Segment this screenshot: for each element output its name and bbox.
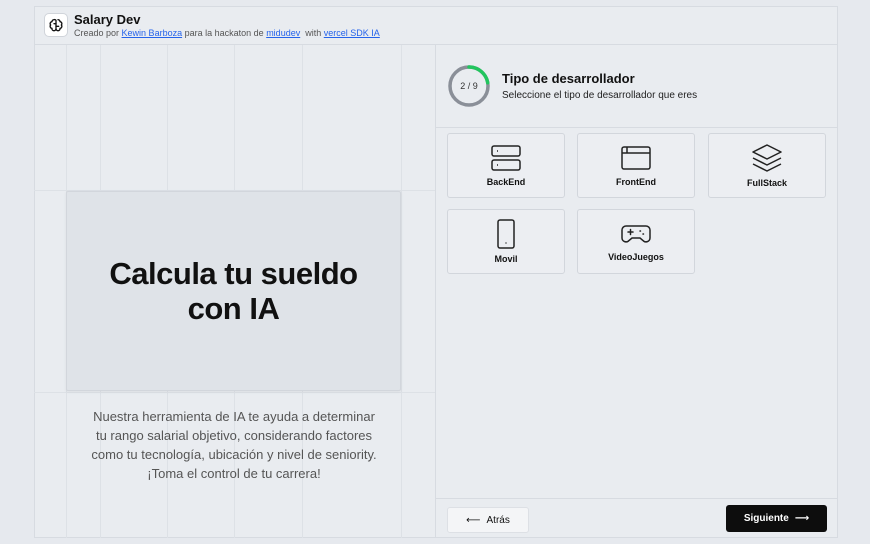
step-counter: 2 / 9 [460,81,478,91]
gamepad-icon [621,225,651,243]
hero-title: Calcula tu sueldo con IA [109,256,358,326]
app-title: Salary Dev [74,11,141,27]
layers-icon [752,144,782,172]
option-fullstack[interactable]: FullStack [708,133,826,198]
hero-panel: Calcula tu sueldo con IA Nuestra herrami… [34,45,436,538]
option-movil[interactable]: Movil [447,209,565,274]
grid-line [401,45,402,538]
option-label: VideoJuegos [608,252,664,262]
next-button[interactable]: Siguiente ⟶ [726,505,827,532]
step-panel: 2 / 9 Tipo de desarrollador Seleccione e… [436,45,838,538]
hero-card: Calcula tu sueldo con IA [66,191,401,391]
back-button[interactable]: ⟵ Atrás [447,507,529,533]
app-credit: Creado por Kewin Barboza para la hackato… [74,27,380,38]
hero-description: Nuestra herramienta de IA te ayuda a det… [91,409,377,481]
brain-icon [44,13,68,37]
option-label: BackEnd [486,177,526,187]
server-icon [491,145,521,171]
option-label: FrontEnd [616,177,656,187]
arrow-right-icon: ⟶ [794,513,810,524]
grid-line [34,392,435,393]
option-label: Movil [494,254,518,264]
step-footer: ⟵ Atrás Siguiente ⟶ [436,498,838,538]
option-backend[interactable]: BackEnd [447,133,565,198]
arrow-left-icon: ⟵ [466,514,481,526]
hackathon-link[interactable]: midudev [266,28,300,38]
step-header: 2 / 9 Tipo de desarrollador Seleccione e… [436,45,838,128]
author-link[interactable]: Kewin Barboza [122,28,183,38]
sdk-link[interactable]: vercel SDK IA [324,28,380,38]
browser-window-icon [621,146,651,170]
step-title: Tipo de desarrollador [502,71,635,86]
step-subtitle: Seleccione el tipo de desarrollador que … [502,90,698,101]
option-label: FullStack [746,178,787,188]
option-videojuegos[interactable]: VideoJuegos [577,209,695,274]
step-progress: 2 / 9 [447,64,491,108]
app-header: Salary Dev Creado por Kewin Barboza para… [34,6,838,45]
option-frontend[interactable]: FrontEnd [577,133,695,198]
smartphone-icon [497,219,515,249]
